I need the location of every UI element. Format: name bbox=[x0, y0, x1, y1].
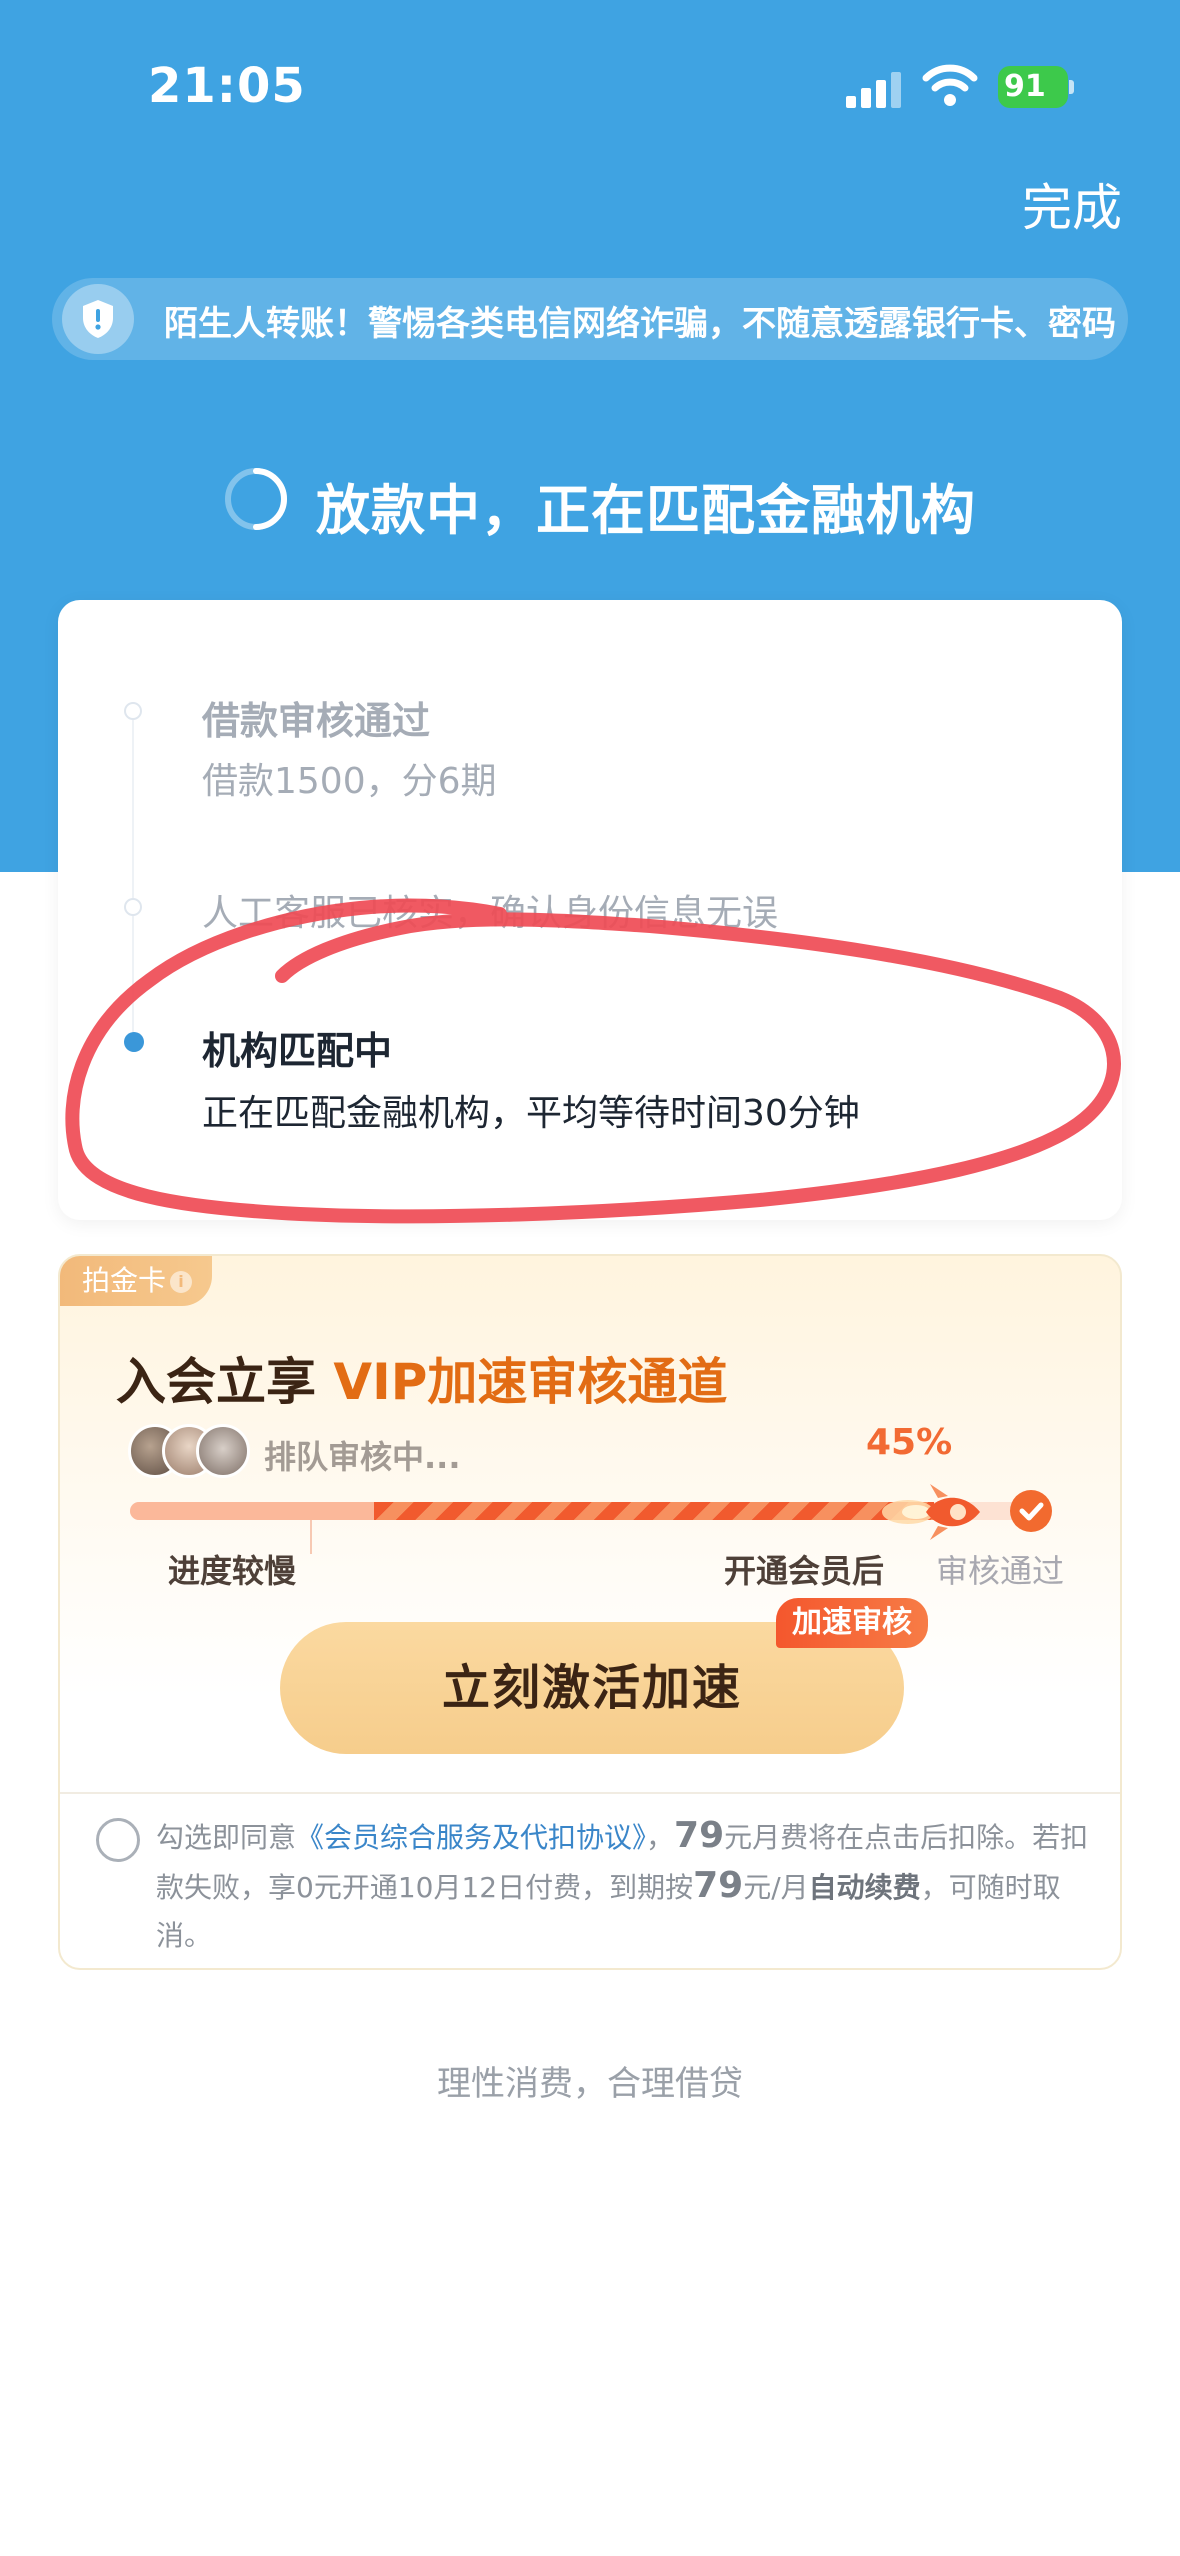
avatar bbox=[196, 1424, 250, 1478]
accelerate-review-badge: 加速审核 bbox=[776, 1598, 928, 1648]
battery-icon: 91 bbox=[998, 66, 1074, 108]
vip-title-highlight: VIP加速审核通道 bbox=[333, 1353, 728, 1411]
label-approved: 审核通过 bbox=[936, 1552, 1065, 1590]
step-title: 借款审核通过 bbox=[202, 699, 431, 743]
agreement-mid2: 元/月 bbox=[743, 1871, 809, 1904]
queue-status-text: 排队审核中... bbox=[264, 1438, 461, 1476]
agreement-text: 勾选即同意《会员综合服务及代扣协议》，79元月费将在点击后扣除。若扣款失败，享0… bbox=[156, 1812, 1096, 1960]
progress-marker bbox=[310, 1520, 312, 1554]
step-desc: 借款1500，分6期 bbox=[202, 761, 497, 802]
progress-fill-accelerated bbox=[374, 1502, 934, 1520]
status-title: 放款中，正在匹配金融机构 bbox=[316, 479, 976, 542]
status-time: 21:05 bbox=[148, 58, 306, 114]
renewal-fee: 79 bbox=[693, 1865, 744, 1906]
divider bbox=[60, 1792, 1120, 1794]
queue-avatars bbox=[128, 1424, 258, 1480]
done-button[interactable]: 完成 bbox=[1022, 168, 1122, 240]
agreement-link[interactable]: 《会员综合服务及代扣协议》 bbox=[296, 1821, 646, 1854]
vip-title: 入会立享 VIP加速审核通道 bbox=[116, 1342, 727, 1414]
auto-renew-text: 自动续费 bbox=[808, 1871, 921, 1904]
timeline-dot-done bbox=[124, 702, 142, 720]
shield-icon bbox=[62, 284, 134, 354]
agreement-prefix: 勾选即同意 bbox=[156, 1821, 297, 1854]
wifi-icon bbox=[922, 62, 978, 108]
loading-spinner-icon bbox=[222, 464, 302, 534]
agreement-comma: ， bbox=[646, 1821, 675, 1854]
vip-title-prefix: 入会立享 bbox=[116, 1353, 334, 1411]
warning-text: 陌生人转账！警惕各类电信网络诈骗，不随意透露银行卡、密码 bbox=[164, 304, 1116, 344]
progress-percent: 45% bbox=[866, 1422, 953, 1463]
vip-tag: 拍金卡 i bbox=[60, 1256, 212, 1306]
cellular-signal-icon bbox=[846, 72, 902, 108]
progress-fill-slow bbox=[130, 1502, 374, 1520]
label-after-membership: 开通会员后 bbox=[724, 1552, 885, 1590]
label-slow-progress: 进度较慢 bbox=[168, 1552, 297, 1590]
vip-card: 拍金卡 i 入会立享 VIP加速审核通道 排队审核中... 45% 进度较慢 开通… bbox=[58, 1254, 1122, 1970]
hand-drawn-circle-annotation bbox=[65, 898, 1121, 1224]
vip-tag-label: 拍金卡 bbox=[82, 1264, 167, 1297]
rocket-icon bbox=[882, 1476, 992, 1546]
check-circle-icon bbox=[1010, 1490, 1052, 1532]
footer-slogan: 理性消费，合理借贷 bbox=[437, 2064, 743, 2104]
fraud-warning-banner[interactable]: 陌生人转账！警惕各类电信网络诈骗，不随意透露银行卡、密码 bbox=[52, 278, 1128, 360]
monthly-fee: 79 bbox=[674, 1815, 725, 1856]
info-icon[interactable]: i bbox=[170, 1271, 193, 1293]
agreement-checkbox[interactable] bbox=[96, 1818, 140, 1862]
battery-level: 91 bbox=[998, 66, 1068, 108]
